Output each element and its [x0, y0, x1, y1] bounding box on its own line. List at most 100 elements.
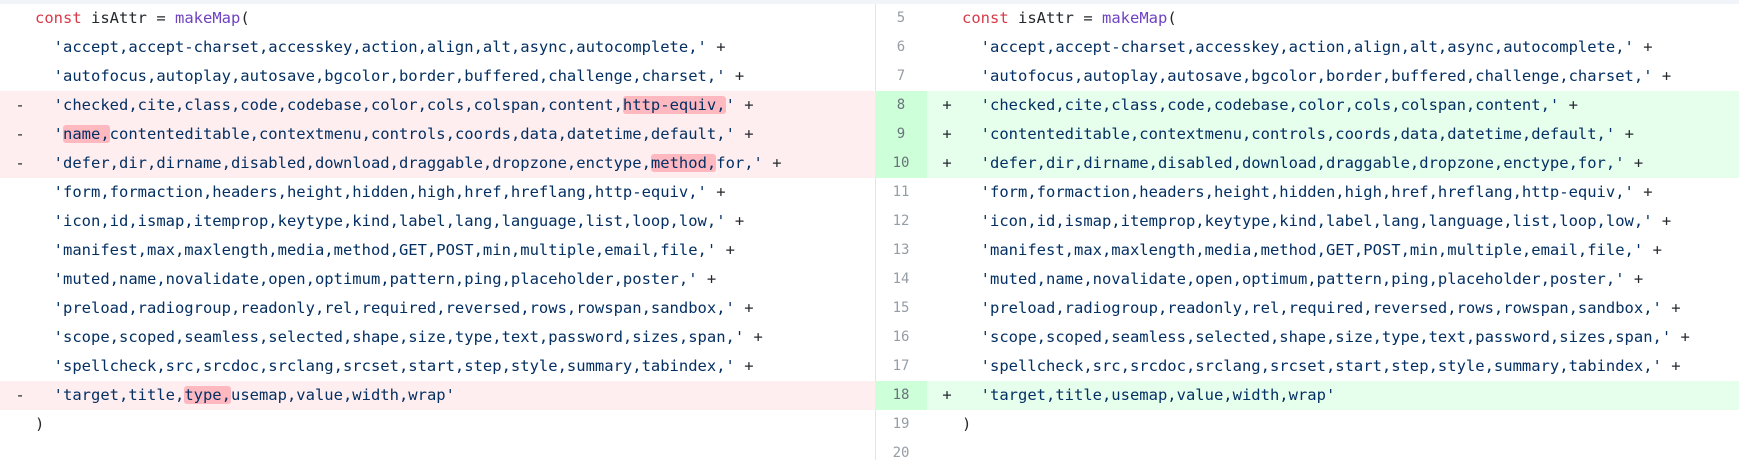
code-token: + — [1633, 183, 1653, 201]
line-number[interactable]: 11 — [875, 178, 927, 207]
diff-line: 19) — [875, 410, 1739, 439]
code-text: 'accept,accept-charset,accesskey,action,… — [962, 33, 1653, 62]
diff-marker — [10, 207, 30, 236]
code-text: 'scope,scoped,seamless,selected,shape,si… — [962, 323, 1690, 352]
diff-line: 'muted,name,novalidate,open,optimum,patt… — [0, 265, 875, 294]
diff-marker — [10, 4, 30, 33]
code-token: contenteditable,contextmenu,controls,coo… — [109, 125, 735, 143]
code-token: 'spellcheck,src,srcdoc,srclang,srcset,st… — [35, 357, 735, 375]
diff-marker: - — [15, 96, 25, 114]
code-text: 'target,title,type,usemap,value,width,wr… — [35, 381, 455, 410]
diff-marker: - — [15, 125, 25, 143]
code-text: const isAttr = makeMap( — [962, 4, 1177, 33]
line-number[interactable]: 5 — [875, 4, 927, 33]
code-text: 'checked,cite,class,code,codebase,color,… — [962, 91, 1578, 120]
code-token: 'checked,cite,class,code,codebase,color,… — [35, 96, 623, 114]
diff-marker: + — [942, 386, 952, 404]
diff-marker: + — [942, 96, 952, 114]
line-number[interactable]: 10 — [875, 149, 927, 178]
diff-line-added: 18 + 'target,title,usemap,value,width,wra… — [875, 381, 1739, 410]
diff-marker — [937, 236, 957, 265]
diff-line-removed: - 'checked,cite,class,code,codebase,colo… — [0, 91, 875, 120]
code-token: 'autofocus,autoplay,autosave,bgcolor,bor… — [35, 67, 726, 85]
diff-line-removed: - 'defer,dir,dirname,disabled,download,d… — [0, 149, 875, 178]
diff-marker: + — [942, 125, 952, 143]
diff-line: 16 'scope,scoped,seamless,selected,shape… — [875, 323, 1739, 352]
code-text: 'defer,dir,dirname,disabled,download,dra… — [962, 149, 1644, 178]
code-token: 'muted,name,novalidate,open,optimum,patt… — [962, 270, 1625, 288]
code-token: makeMap — [1102, 9, 1168, 27]
code-text: 'contenteditable,contextmenu,controls,co… — [962, 120, 1634, 149]
code-token: 'checked,cite,class,code,codebase,color,… — [962, 96, 1560, 114]
line-number[interactable]: 17 — [875, 352, 927, 381]
diff-marker — [10, 236, 30, 265]
code-token: + — [716, 241, 735, 259]
diff-marker — [10, 265, 30, 294]
changed-token-highlight: http-equiv, — [622, 96, 726, 114]
diff-line-removed: - 'target,title,type,usemap,value,width,… — [0, 381, 875, 410]
code-token: + — [734, 96, 754, 114]
code-token: 'spellcheck,src,srcdoc,srclang,srcset,st… — [962, 357, 1662, 375]
line-number[interactable]: 12 — [875, 207, 927, 236]
code-text: 'muted,name,novalidate,open,optimum,patt… — [962, 265, 1644, 294]
diff-marker — [937, 33, 957, 62]
diff-line: 'form,formaction,headers,height,hidden,h… — [0, 178, 875, 207]
diff-line: 'icon,id,ismap,itemprop,keytype,kind,lab… — [0, 207, 875, 236]
code-token: 'icon,id,ismap,itemprop,keytype,kind,lab… — [962, 212, 1653, 230]
code-text: 'form,formaction,headers,height,hidden,h… — [35, 178, 726, 207]
diff-line: ) — [0, 410, 875, 439]
line-number[interactable]: 15 — [875, 294, 927, 323]
code-text: 'spellcheck,src,srcdoc,srclang,srcset,st… — [962, 352, 1681, 381]
code-text: 'defer,dir,dirname,disabled,download,dra… — [35, 149, 782, 178]
line-number[interactable]: 8 — [875, 91, 927, 120]
line-number[interactable]: 18 — [875, 381, 927, 410]
line-number[interactable]: 19 — [875, 410, 927, 439]
diff-line-added: 10 + 'defer,dir,dirname,disabled,download… — [875, 149, 1739, 178]
line-number[interactable]: 9 — [875, 120, 927, 149]
code-text: 'accept,accept-charset,accesskey,action,… — [35, 33, 726, 62]
code-token: 'icon,id,ismap,itemprop,keytype,kind,lab… — [35, 212, 726, 230]
code-token: 'muted,name,novalidate,open,optimum,patt… — [35, 270, 698, 288]
diff-marker — [10, 410, 30, 439]
diff-line: 'preload,radiogroup,readonly,rel,require… — [0, 294, 875, 323]
code-text: 'scope,scoped,seamless,selected,shape,si… — [35, 323, 763, 352]
diff-line: 7 'autofocus,autoplay,autosave,bgcolor,b… — [875, 62, 1739, 91]
diff-line-removed: - 'name,contenteditable,contextmenu,cont… — [0, 120, 875, 149]
diff-line: 12 'icon,id,ismap,itemprop,keytype,kind,… — [875, 207, 1739, 236]
code-token: + — [1624, 270, 1644, 288]
code-token: + — [734, 299, 754, 317]
diff-line: 'accept,accept-charset,accesskey,action,… — [0, 33, 875, 62]
line-number[interactable]: 6 — [875, 33, 927, 62]
code-text: 'form,formaction,headers,height,hidden,h… — [962, 178, 1653, 207]
split-diff-view: const isAttr = makeMap( 'accept,accept-c… — [0, 0, 1739, 461]
line-number[interactable]: 13 — [875, 236, 927, 265]
diff-line: 17 'spellcheck,src,srcdoc,srclang,srcset… — [875, 352, 1739, 381]
diff-marker — [10, 33, 30, 62]
code-token: for,' — [716, 154, 763, 172]
code-token: ) — [35, 415, 45, 433]
code-text: 'icon,id,ismap,itemprop,keytype,kind,lab… — [962, 207, 1672, 236]
code-token: 'manifest,max,maxlength,media,method,GET… — [35, 241, 717, 259]
diff-marker — [937, 294, 957, 323]
line-number[interactable]: 7 — [875, 62, 927, 91]
code-token: + — [1559, 96, 1578, 114]
diff-marker — [10, 178, 30, 207]
code-token: + — [1633, 38, 1653, 56]
diff-line: 6 'accept,accept-charset,accesskey,actio… — [875, 33, 1739, 62]
diff-line: 14 'muted,name,novalidate,open,optimum,p… — [875, 265, 1739, 294]
diff-marker — [10, 62, 30, 91]
code-token: 'preload,radiogroup,readonly,rel,require… — [35, 299, 735, 317]
code-text: const isAttr = makeMap( — [35, 4, 250, 33]
line-number[interactable]: 14 — [875, 265, 927, 294]
line-number[interactable]: 16 — [875, 323, 927, 352]
diff-line: 5 const isAttr = makeMap( — [875, 4, 1739, 33]
code-token: + — [725, 212, 745, 230]
code-token: 'manifest,max,maxlength,media,method,GET… — [962, 241, 1644, 259]
code-token: 'contenteditable,contextmenu,controls,co… — [962, 125, 1616, 143]
diff-line: const isAttr = makeMap( — [0, 4, 875, 33]
code-token: + — [744, 328, 763, 346]
line-number[interactable]: 20 — [875, 439, 927, 468]
code-text: ) — [35, 410, 44, 439]
code-token: 'target,title,usemap,value,width,wrap' — [962, 386, 1336, 404]
code-token: ) — [962, 415, 972, 433]
